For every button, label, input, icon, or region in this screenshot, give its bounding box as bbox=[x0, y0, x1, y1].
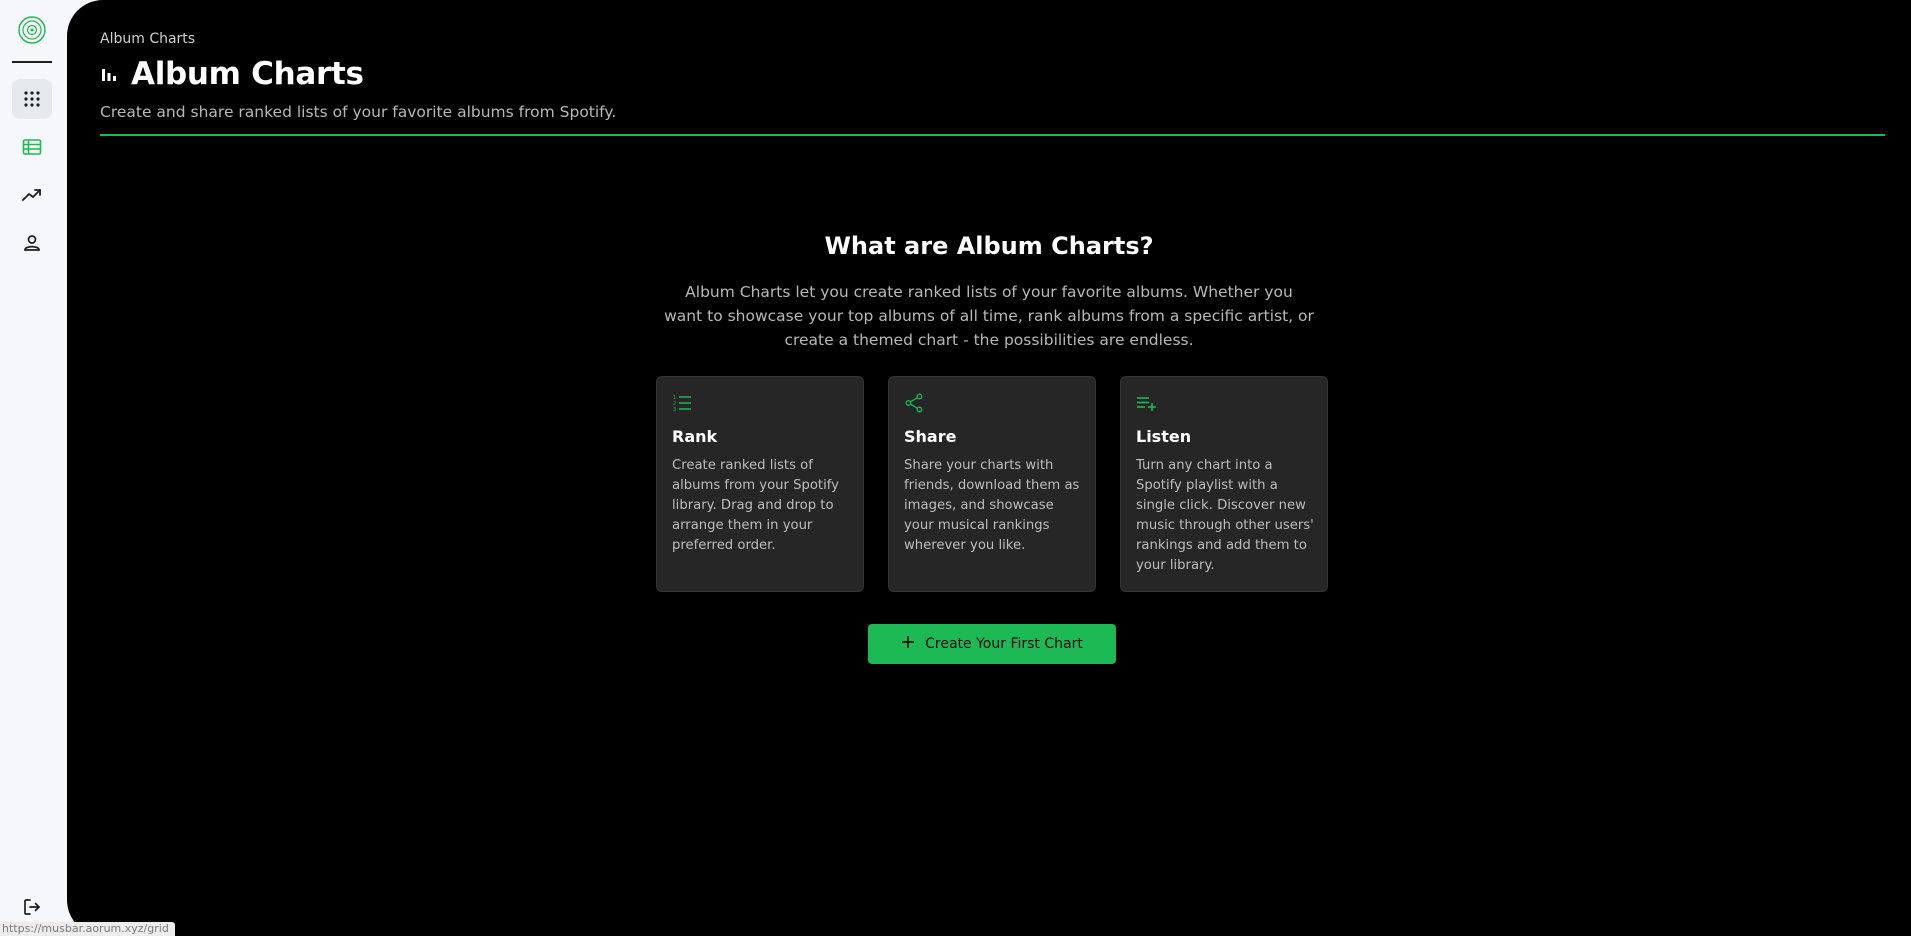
feature-card-rank: 1 2 3 Rank Create ranked lists of albums… bbox=[656, 376, 864, 592]
main-content: Album Charts Album Charts Create and sha… bbox=[67, 0, 1911, 936]
page-title: Album Charts bbox=[131, 56, 364, 92]
plus-icon bbox=[901, 635, 925, 653]
feature-text: Turn any chart into a Spotify playlist w… bbox=[1136, 458, 1314, 573]
rail-item-charts[interactable] bbox=[12, 127, 52, 167]
header-divider bbox=[100, 134, 1885, 136]
status-bar-url: https://musbar.aorum.xyz/grid bbox=[0, 922, 175, 936]
feature-card-share: Share Share your charts with friends, do… bbox=[888, 376, 1096, 592]
ranked-list-icon: 1 2 3 bbox=[672, 393, 692, 417]
feature-card-listen: Listen Turn any chart into a Spotify pla… bbox=[1120, 376, 1328, 592]
feature-title: Rank bbox=[672, 427, 718, 446]
app-window: Album Charts Album Charts Create and sha… bbox=[0, 0, 1911, 936]
vinyl-disc-icon[interactable] bbox=[17, 15, 47, 45]
playlist-add-icon bbox=[1136, 393, 1158, 417]
svg-text:3: 3 bbox=[673, 407, 676, 413]
logout-button[interactable] bbox=[12, 887, 52, 927]
rail-item-profile[interactable] bbox=[12, 223, 52, 263]
create-first-chart-button[interactable]: Create Your First Chart bbox=[868, 624, 1116, 664]
intro-heading: What are Album Charts? bbox=[824, 232, 1154, 260]
breadcrumb[interactable]: Album Charts bbox=[100, 31, 195, 47]
trending-up-icon bbox=[22, 188, 42, 202]
logout-icon bbox=[23, 898, 41, 916]
sidebar-rail bbox=[0, 0, 66, 936]
feature-title: Listen bbox=[1136, 427, 1192, 446]
intro-description: Album Charts let you create ranked lists… bbox=[664, 283, 1314, 349]
table-icon bbox=[22, 138, 42, 156]
feature-text: Create ranked lists of albums from your … bbox=[672, 458, 839, 553]
bar-chart-icon bbox=[100, 65, 118, 83]
feature-title: Share bbox=[904, 427, 957, 446]
user-icon bbox=[23, 234, 41, 252]
grid-dots-icon bbox=[23, 90, 41, 108]
rail-item-trends[interactable] bbox=[12, 175, 52, 215]
create-first-chart-label: Create Your First Chart bbox=[925, 636, 1083, 652]
page-title-row: Album Charts bbox=[100, 56, 364, 92]
page-subtitle: Create and share ranked lists of your fa… bbox=[100, 103, 617, 121]
share-icon bbox=[904, 393, 924, 417]
rail-item-grid[interactable] bbox=[12, 79, 52, 119]
feature-text: Share your charts with friends, download… bbox=[904, 458, 1080, 553]
rail-divider bbox=[12, 61, 52, 63]
